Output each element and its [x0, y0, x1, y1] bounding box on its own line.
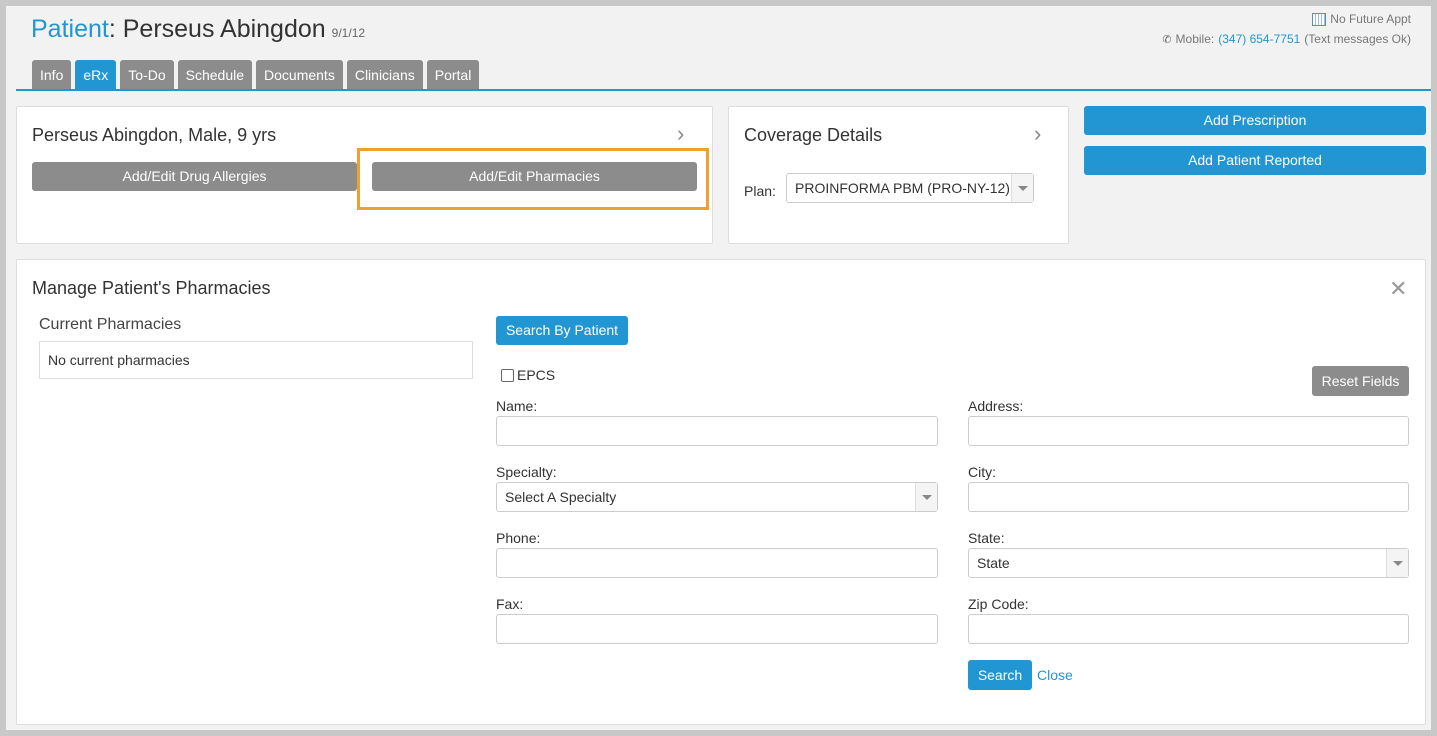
mobile-info: ✆ Mobile: (347) 654-7751 (Text messages … — [1162, 32, 1411, 46]
edit-drug-allergies-button[interactable]: Add/Edit Drug Allergies — [32, 162, 357, 191]
patient-label[interactable]: Patient — [31, 15, 109, 43]
tab-erx[interactable]: eRx — [75, 60, 117, 90]
phone-input[interactable] — [496, 548, 938, 578]
state-label: State: — [968, 530, 1005, 546]
reset-fields-button[interactable]: Reset Fields — [1312, 366, 1409, 396]
mobile-number-link[interactable]: (347) 654-7751 — [1218, 32, 1300, 46]
tab-portal[interactable]: Portal — [426, 60, 480, 90]
chevron-down-icon — [915, 483, 937, 511]
highlight-box — [357, 148, 709, 210]
manage-pharmacies-panel: Manage Patient's Pharmacies ✕ Current Ph… — [16, 259, 1426, 725]
appointment-status: No Future Appt — [1312, 12, 1411, 26]
address-input[interactable] — [968, 416, 1409, 446]
tab-todo[interactable]: To-Do — [120, 60, 174, 90]
mobile-label: Mobile: — [1175, 32, 1215, 46]
tab-underline — [16, 89, 1431, 91]
chevron-right-icon[interactable]: › — [677, 121, 684, 147]
close-icon[interactable]: ✕ — [1389, 276, 1407, 302]
name-label: Name: — [496, 398, 538, 414]
zip-input[interactable] — [968, 614, 1409, 644]
tab-bar: Info eRx To-Do Schedule Documents Clinic… — [32, 60, 480, 90]
current-pharmacies-list: No current pharmacies — [39, 341, 473, 379]
chevron-down-icon — [1386, 549, 1408, 577]
tab-schedule[interactable]: Schedule — [177, 60, 253, 90]
calendar-icon — [1312, 12, 1327, 26]
chevron-right-icon[interactable]: › — [1034, 121, 1041, 147]
current-pharmacies-title: Current Pharmacies — [39, 316, 182, 333]
search-button[interactable]: Search — [968, 660, 1032, 690]
plan-label: Plan: — [744, 183, 776, 199]
phone-icon: ✆ — [1162, 33, 1172, 46]
specialty-select[interactable]: Select A Specialty — [496, 482, 938, 512]
specialty-select-value: Select A Specialty — [505, 489, 617, 505]
manage-pharmacies-title: Manage Patient's Pharmacies — [32, 278, 271, 298]
state-select[interactable]: State — [968, 548, 1409, 578]
tab-clinicians[interactable]: Clinicians — [346, 60, 423, 90]
city-input[interactable] — [968, 482, 1409, 512]
phone-label: Phone: — [496, 530, 541, 546]
epcs-option: EPCS — [501, 367, 555, 383]
mobile-note: (Text messages Ok) — [1304, 32, 1411, 46]
plan-select-value: PROINFORMA PBM (PRO-NY-12) — [795, 180, 1010, 196]
search-by-patient-button[interactable]: Search By Patient — [496, 316, 628, 345]
chevron-down-icon — [1011, 174, 1033, 202]
close-link[interactable]: Close — [1037, 667, 1073, 683]
app-frame: Patient: Perseus Abingdon 9/1/12 No Futur… — [6, 6, 1431, 730]
epcs-checkbox[interactable] — [501, 368, 514, 382]
patient-name: : Perseus Abingdon — [108, 15, 326, 43]
patient-dob: 9/1/12 — [331, 26, 366, 40]
coverage-title: Coverage Details — [744, 125, 883, 145]
fax-label: Fax: — [496, 596, 524, 612]
patient-summary-text: Perseus Abingdon, Male, 9 yrs — [32, 125, 277, 145]
add-prescription-button[interactable]: Add Prescription — [1084, 106, 1426, 135]
zip-label: Zip Code: — [968, 596, 1029, 612]
state-select-value: State — [977, 555, 1010, 571]
tab-documents[interactable]: Documents — [256, 60, 343, 90]
city-label: City: — [968, 464, 996, 480]
coverage-panel: Coverage Details › Plan: PROINFORMA PBM … — [728, 106, 1069, 244]
tab-info[interactable]: Info — [32, 60, 72, 90]
plan-select[interactable]: PROINFORMA PBM (PRO-NY-12) — [786, 173, 1034, 203]
page-title: Patient: Perseus Abingdon 9/1/12 — [31, 15, 365, 44]
name-input[interactable] — [496, 416, 938, 446]
fax-input[interactable] — [496, 614, 938, 644]
epcs-label: EPCS — [517, 367, 556, 383]
appointment-text: No Future Appt — [1330, 12, 1411, 26]
current-pharmacies-empty: No current pharmacies — [48, 352, 190, 368]
specialty-label: Specialty: — [496, 464, 557, 480]
add-patient-reported-button[interactable]: Add Patient Reported — [1084, 146, 1426, 175]
address-label: Address: — [968, 398, 1024, 414]
